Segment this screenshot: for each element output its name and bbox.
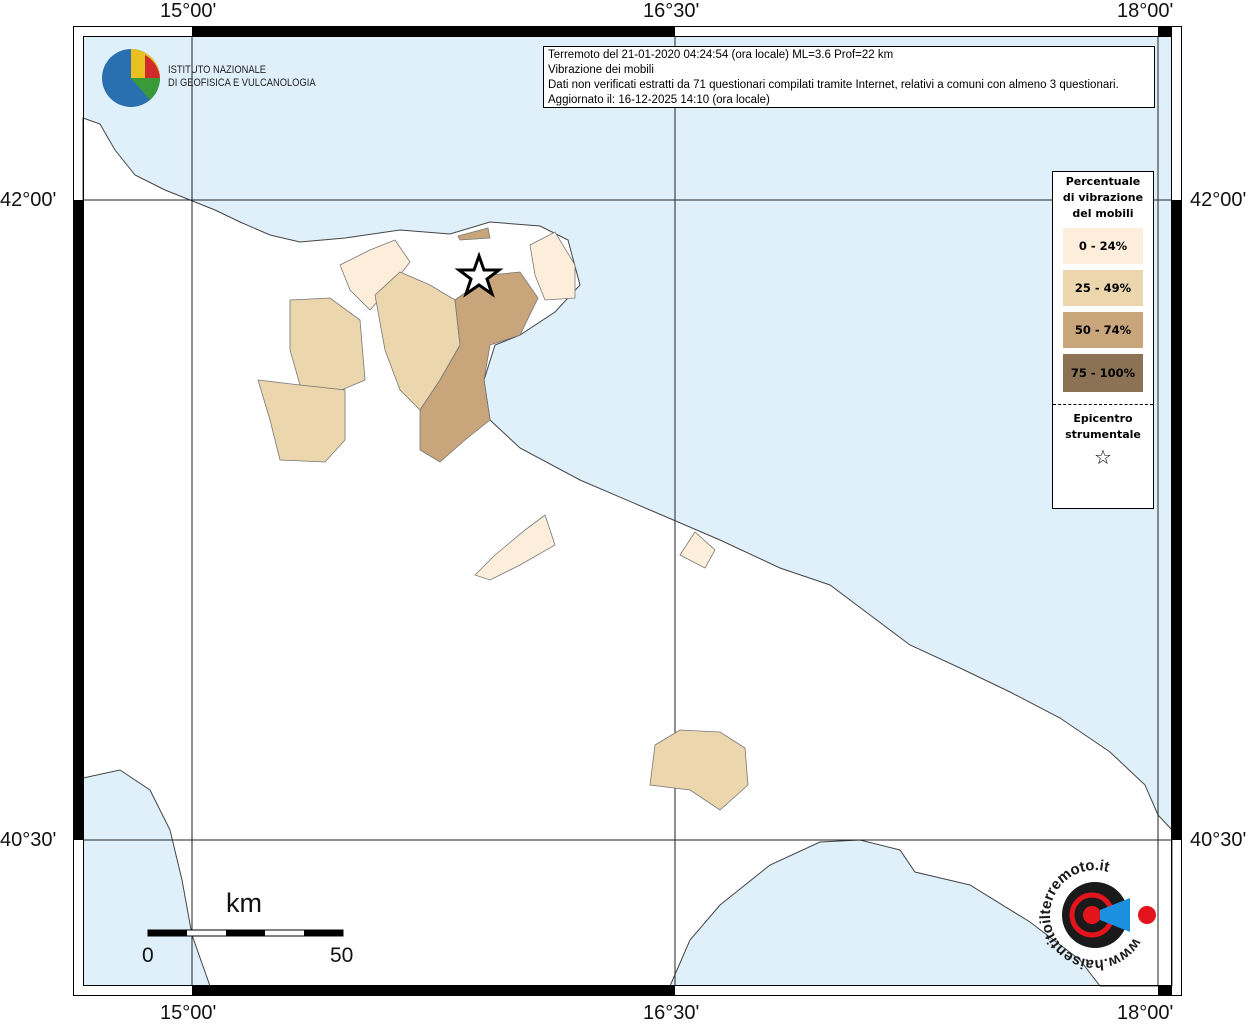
map-canvas[interactable]: www.haisentitoilterremoto.it [0, 0, 1255, 1024]
data-note: Dati non verificati estratti da 71 quest… [548, 79, 1119, 91]
legend-class-3: 75 - 100% [1063, 354, 1143, 392]
legend-title: Percentuale di vibrazione del mobili [1062, 175, 1144, 220]
logo-line-1: ISTITUTO NAZIONALE [168, 64, 267, 76]
legend-star-icon: ☆ [1094, 445, 1112, 469]
scale-max: 50 [330, 944, 354, 967]
legend: Percentuale di vibrazione del mobili 0 -… [1052, 171, 1154, 509]
legend-class-1: 25 - 49% [1063, 270, 1143, 306]
legend-class-2: 50 - 74% [1063, 312, 1143, 348]
lon-tick-top-2: 16°30' [643, 0, 700, 22]
lon-tick-bottom-2: 16°30' [643, 1002, 700, 1024]
lon-tick-bottom-3: 18°00' [1117, 1002, 1174, 1024]
map-subject: Vibrazione dei mobili [548, 64, 654, 76]
scale-unit: km [226, 888, 262, 918]
lon-tick-top-1: 15°00' [160, 0, 217, 22]
ingv-logo-text: ISTITUTO NAZIONALE DI GEOFISICA E VULCAN… [168, 64, 316, 90]
legend-divider [1053, 404, 1153, 405]
lon-tick-top-3: 18°00' [1117, 0, 1174, 22]
event-title: Terremoto del 21-01-2020 04:24:54 (ora l… [548, 49, 894, 61]
legend-epicenter-label: Epicentro strumentale [1065, 412, 1141, 441]
lon-tick-bottom-1: 15°00' [160, 1002, 217, 1024]
logo-line-2: DI GEOFISICA E VULCANOLOGIA [168, 77, 316, 89]
lat-tick-left-2: 40°30' [0, 829, 57, 851]
scale-bar [147, 929, 344, 937]
ingv-logo-icon [102, 49, 161, 107]
lat-tick-right-2: 40°30' [1190, 829, 1247, 851]
legend-class-0: 0 - 24% [1063, 228, 1143, 264]
scale-min: 0 [142, 944, 154, 967]
lat-tick-right-1: 42°00' [1190, 189, 1247, 211]
updated-at: Aggiornato il: 16-12-2025 14:10 (ora loc… [548, 94, 770, 106]
lat-tick-left-1: 42°00' [0, 189, 57, 211]
event-info-box: Terremoto del 21-01-2020 04:24:54 (ora l… [543, 46, 1155, 108]
